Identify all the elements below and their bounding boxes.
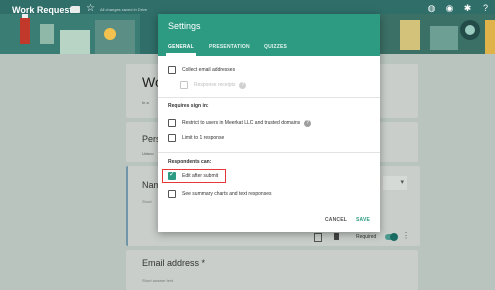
palette-icon[interactable]: ◍ (427, 4, 436, 13)
collect-email-row[interactable]: Collect email addresses (168, 65, 235, 75)
copy-icon[interactable] (314, 233, 322, 242)
preview-eye-icon[interactable]: ◉ (445, 4, 454, 13)
restrict-users-row[interactable]: Restrict to users in Meerkat LLC and tru… (168, 118, 312, 128)
edit-after-submit-checkbox[interactable] (168, 170, 176, 180)
requires-sign-in-heading: Requires sign in: (168, 103, 209, 109)
question-type-dropdown[interactable]: ▾ (383, 176, 407, 190)
trash-icon[interactable] (334, 233, 339, 240)
see-summary-label: See summary charts and text responses (182, 191, 272, 197)
folder-icon[interactable] (71, 6, 80, 13)
dialog-header: Settings GENERAL PRESENTATION QUIZZES (158, 14, 380, 56)
required-label: Required (356, 234, 377, 240)
limit-one-checkbox[interactable] (168, 134, 176, 142)
limit-one-label: Limit to 1 response (182, 135, 225, 141)
more-vert-icon[interactable]: ⋮ (402, 231, 410, 240)
limit-one-row[interactable]: Limit to 1 response (168, 133, 224, 143)
restrict-users-label: Restrict to users in Meerkat LLC and tru… (182, 120, 301, 126)
collect-email-checkbox[interactable] (168, 66, 176, 74)
edit-after-submit-label: Edit after submit (182, 173, 219, 179)
help-icon[interactable]: ? (481, 4, 490, 13)
form-title[interactable]: Work Request (12, 5, 72, 15)
tab-quizzes[interactable]: QUIZZES (264, 44, 287, 50)
edit-after-submit-row[interactable]: Edit after submit (168, 170, 219, 181)
question-card-3 (126, 250, 418, 290)
save-button[interactable]: SAVE (356, 217, 370, 223)
tab-presentation[interactable]: PRESENTATION (209, 44, 250, 50)
restrict-users-checkbox[interactable] (168, 119, 176, 127)
response-receipts-row: Response receipts ? (180, 80, 247, 90)
required-toggle[interactable] (385, 233, 398, 241)
collect-email-label: Collect email addresses (182, 67, 236, 73)
saved-status: All changes saved in Drive (100, 7, 148, 12)
settings-dialog: Settings GENERAL PRESENTATION QUIZZES Co… (158, 14, 380, 232)
divider (158, 152, 380, 153)
settings-gear-icon[interactable]: ✱ (463, 4, 472, 13)
response-receipts-label: Response receipts (194, 82, 236, 88)
star-icon[interactable]: ☆ (86, 3, 95, 14)
bg-question-3-hint: Short answer text (142, 278, 174, 283)
see-summary-checkbox[interactable] (168, 190, 176, 198)
bg-question-1-sub: Unkno (142, 151, 154, 156)
response-receipts-checkbox (180, 81, 188, 89)
help-icon[interactable]: ? (304, 119, 312, 127)
divider (158, 97, 380, 98)
bg-form-description: In a (142, 100, 149, 105)
tab-general[interactable]: GENERAL (168, 44, 194, 50)
bg-question-2-hint: Short (142, 199, 152, 204)
cancel-button[interactable]: CANCEL (325, 217, 347, 223)
bg-question-3: Email address * (142, 258, 206, 268)
dialog-title: Settings (168, 21, 201, 31)
tab-indicator (166, 53, 196, 56)
see-summary-row[interactable]: See summary charts and text responses (168, 189, 272, 199)
respondents-can-heading: Respondents can: (168, 159, 212, 165)
help-icon[interactable]: ? (239, 81, 247, 89)
